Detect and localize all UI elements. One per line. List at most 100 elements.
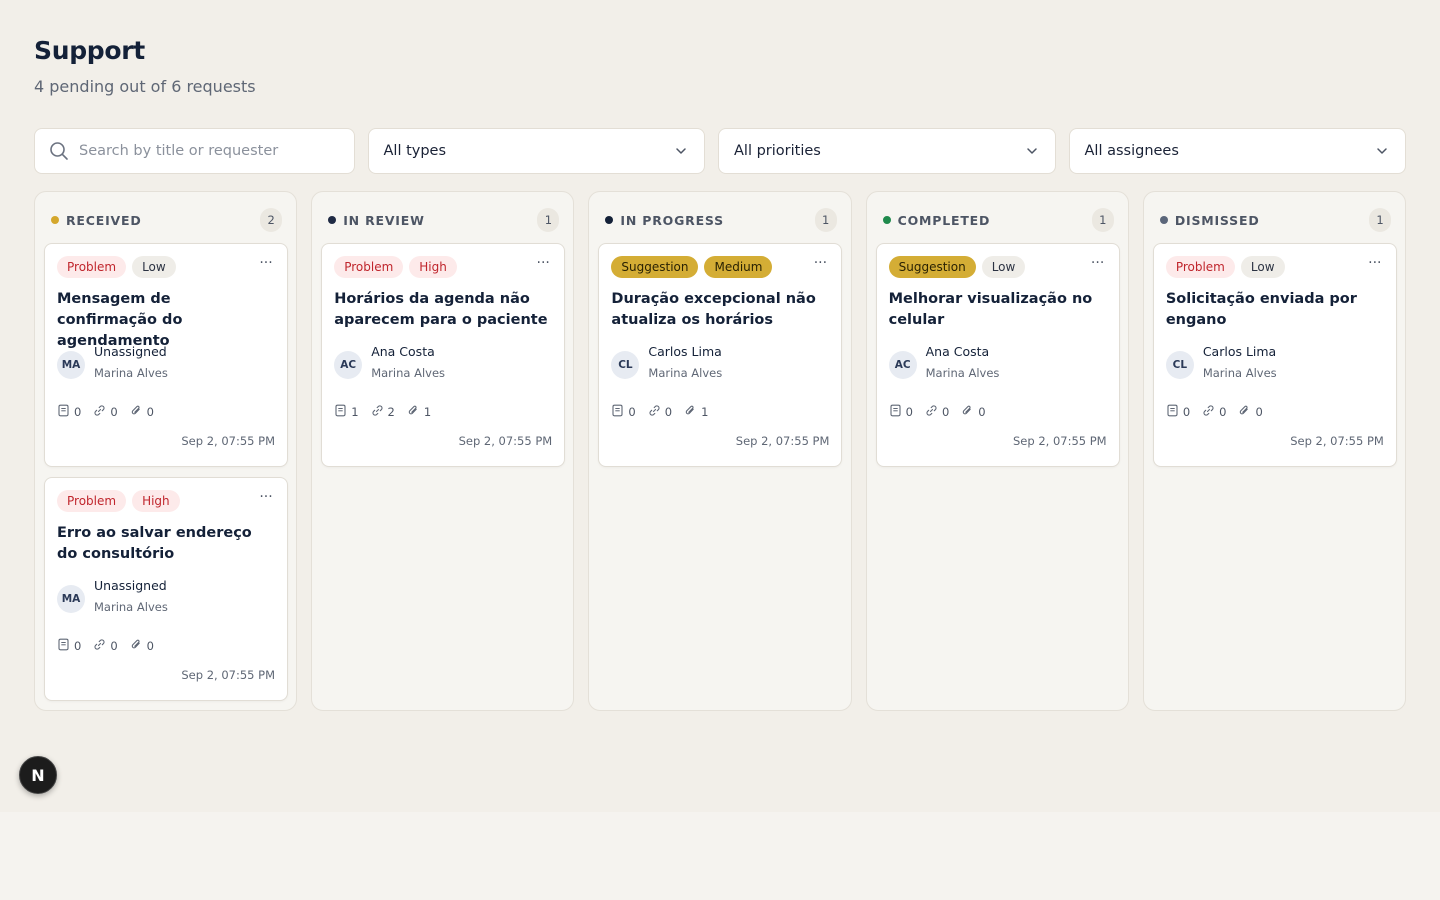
card-tags: Problem Low <box>1165 256 1285 278</box>
notes-count: 0 <box>1166 404 1190 420</box>
request-card[interactable]: Suggestion Medium ··· Duração excepcional n… <box>598 243 843 467</box>
search-field[interactable] <box>34 128 355 174</box>
attachments-count-value: 0 <box>1255 405 1263 419</box>
requester-name: Marina Alves <box>1202 366 1277 380</box>
column-header: COMPLETED 1 <box>882 208 1114 232</box>
card-stats: 0 0 0 <box>57 404 154 420</box>
column-dismissed: DISMISSED 1 Problem Low ··· Solicitação envia… <box>1142 191 1407 711</box>
link-icon <box>1202 404 1215 420</box>
more-options-button[interactable]: ··· <box>1087 256 1109 276</box>
attachments-count-value: 1 <box>423 405 432 419</box>
more-options-button[interactable]: ··· <box>532 256 554 276</box>
status-dot <box>328 216 337 224</box>
priority-badge: Low <box>132 256 176 278</box>
card-title: Mensagem de confirmação do agendamento <box>57 291 183 349</box>
chevron-down-icon <box>674 144 688 158</box>
type-filter-value: All types <box>383 143 447 159</box>
attachments-count: 0 <box>130 404 154 420</box>
priority-badge: Medium <box>704 256 773 278</box>
request-card[interactable]: Problem High ··· Horários da agenda não apa… <box>321 243 566 467</box>
card-tags: Suggestion Medium <box>611 256 773 278</box>
dev-tools-button[interactable]: N <box>19 756 57 794</box>
kanban-board: RECEIVED 2 Problem Low ··· Mensagem de confir… <box>34 191 1407 711</box>
notes-count-value: 1 <box>351 405 359 419</box>
more-icon: ··· <box>259 255 273 271</box>
status-dot <box>605 216 614 224</box>
notes-count-value: 0 <box>74 405 82 419</box>
note-icon <box>334 404 347 420</box>
card-date: Sep 2, 07:55 PM <box>735 434 830 448</box>
request-card[interactable]: Problem Low ··· Solicitação enviada por eng… <box>1152 243 1397 467</box>
assignee-filter-select[interactable]: All assignees <box>1068 128 1406 174</box>
attachments-count: 0 <box>961 404 986 420</box>
link-icon <box>648 404 661 420</box>
notes-count: 1 <box>334 404 359 420</box>
attachments-count: 0 <box>1238 404 1263 420</box>
links-count: 2 <box>371 404 395 420</box>
column-count-badge: 2 <box>260 208 283 232</box>
card-stats: 0 0 0 <box>1166 404 1263 420</box>
page-title: Support <box>34 36 145 65</box>
links-count-value: 0 <box>1219 405 1227 419</box>
requester-name: Marina Alves <box>371 366 446 380</box>
assignee-filter-value: All assignees <box>1084 143 1179 159</box>
column-header: IN PROGRESS 1 <box>605 208 837 232</box>
more-icon: ··· <box>259 489 273 505</box>
chevron-down-icon <box>1375 144 1389 158</box>
type-badge: Problem <box>334 256 404 278</box>
type-badge: Problem <box>57 490 127 512</box>
assignee-name: Ana Costa <box>925 344 990 359</box>
type-filter-select[interactable]: All types <box>367 128 705 174</box>
column-count-badge: 1 <box>1369 208 1392 232</box>
column-title: DISMISSED <box>1174 212 1260 228</box>
links-count-value: 0 <box>110 405 118 419</box>
search-input[interactable] <box>79 143 339 159</box>
priority-filter-select[interactable]: All priorities <box>718 128 1056 174</box>
attachments-count-value: 1 <box>701 405 709 419</box>
more-icon: ··· <box>1090 255 1105 271</box>
card-stats: 0 0 0 <box>57 638 154 654</box>
status-dot <box>1159 216 1168 224</box>
links-count-value: 0 <box>941 405 950 419</box>
page-header: Support 4 pending out of 6 requests <box>34 36 256 96</box>
more-icon: ··· <box>813 255 828 271</box>
note-icon <box>611 404 624 420</box>
paperclip-icon <box>407 404 420 420</box>
paperclip-icon <box>961 404 974 420</box>
type-badge: Problem <box>57 256 127 278</box>
request-card[interactable]: Problem High ··· Erro ao salvar endereço do… <box>44 477 288 701</box>
card-tags: Problem High <box>334 256 457 278</box>
notes-count-value: 0 <box>74 639 82 653</box>
column-header: RECEIVED 2 <box>51 208 283 232</box>
card-title: Solicitação enviada por engano <box>1165 291 1357 328</box>
request-card[interactable]: Suggestion Low ··· Melhorar visualização no… <box>875 243 1120 467</box>
request-card[interactable]: Problem Low ··· Mensagem de confirmação do … <box>44 243 288 467</box>
more-options-button[interactable]: ··· <box>255 490 277 510</box>
card-title: Erro ao salvar endereço do consultório <box>57 525 252 562</box>
notes-count: 0 <box>889 404 913 420</box>
avatar: AC <box>888 351 917 379</box>
assignee-name: Ana Costa <box>371 344 435 359</box>
column-count-badge: 1 <box>537 208 560 232</box>
column-in-review: IN REVIEW 1 Problem High ··· Horários da agen… <box>311 191 575 711</box>
filter-bar: All types All priorities All assignees <box>34 128 1406 174</box>
card-title: Duração excepcional não atualiza os horá… <box>611 291 816 328</box>
avatar: CL <box>1165 351 1194 379</box>
link-icon <box>925 404 938 420</box>
links-count-value: 2 <box>387 405 395 419</box>
chevron-down-icon <box>1025 144 1039 158</box>
column-header: IN REVIEW 1 <box>328 208 560 232</box>
more-options-button[interactable]: ··· <box>809 256 831 276</box>
card-date: Sep 2, 07:55 PM <box>181 434 275 448</box>
column-count-badge: 1 <box>1091 208 1114 232</box>
priority-badge: High <box>409 256 457 278</box>
requester-name: Marina Alves <box>94 600 168 614</box>
status-dot <box>51 216 59 224</box>
notes-count-value: 0 <box>905 405 913 419</box>
more-options-button[interactable]: ··· <box>1364 256 1386 276</box>
notes-count: 0 <box>57 404 81 420</box>
requester-name: Marina Alves <box>648 366 723 380</box>
notes-count-value: 0 <box>1182 405 1191 419</box>
avatar: CL <box>611 351 640 379</box>
more-options-button[interactable]: ··· <box>255 256 277 276</box>
